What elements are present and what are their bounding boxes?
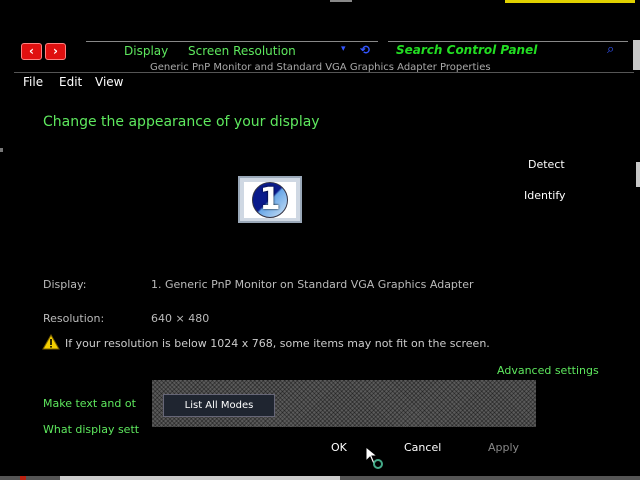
address-bar[interactable] bbox=[86, 41, 378, 42]
menu-file[interactable]: File bbox=[23, 75, 43, 89]
resolution-label: Resolution: bbox=[43, 312, 105, 325]
ok-button[interactable]: OK bbox=[331, 441, 347, 454]
top-decoration-bar-gray bbox=[330, 0, 352, 2]
warning-icon bbox=[42, 334, 60, 350]
menu-edit[interactable]: Edit bbox=[59, 75, 82, 89]
refresh-icon[interactable]: ⟲ bbox=[360, 43, 370, 57]
edge-marker bbox=[0, 148, 3, 152]
resolution-select[interactable]: 640 × 480 bbox=[151, 312, 209, 325]
chevron-left-icon: ‹ bbox=[29, 44, 34, 58]
apply-button[interactable]: Apply bbox=[488, 441, 519, 454]
search-input[interactable]: Search Control Panel bbox=[396, 43, 537, 57]
scrollbar-fragment bbox=[633, 40, 640, 70]
back-button[interactable]: ‹ bbox=[21, 43, 42, 60]
identify-button[interactable]: Identify bbox=[524, 189, 566, 202]
forward-button[interactable]: › bbox=[45, 43, 66, 60]
menu-view[interactable]: View bbox=[95, 75, 123, 89]
monitor-icon[interactable]: 1 bbox=[238, 176, 302, 223]
search-icon[interactable]: ⌕ bbox=[607, 42, 614, 57]
top-decoration-bar bbox=[505, 0, 635, 3]
taskbar-highlight bbox=[60, 476, 340, 480]
text-size-link[interactable]: Make text and ot bbox=[43, 397, 136, 410]
busy-cursor-icon bbox=[365, 446, 383, 469]
detect-button[interactable]: Detect bbox=[528, 158, 565, 171]
address-dropdown-icon[interactable]: ▾ bbox=[341, 44, 346, 54]
chevron-right-icon: › bbox=[53, 44, 58, 58]
display-select[interactable]: 1. Generic PnP Monitor on Standard VGA G… bbox=[151, 278, 474, 291]
resolution-warning: If your resolution is below 1024 x 768, … bbox=[65, 337, 490, 350]
display-label: Display: bbox=[43, 278, 87, 291]
window-title: Generic PnP Monitor and Standard VGA Gra… bbox=[150, 62, 491, 73]
taskbar-red-marker bbox=[20, 476, 26, 480]
breadcrumb-display[interactable]: Display bbox=[124, 44, 168, 58]
cancel-button[interactable]: Cancel bbox=[404, 441, 441, 454]
monitor-number: 1 bbox=[259, 182, 281, 217]
monitor-screen: 1 bbox=[244, 182, 296, 218]
scrollbar-fragment-lower bbox=[636, 162, 640, 187]
page-title: Change the appearance of your display bbox=[43, 114, 320, 130]
advanced-settings-link[interactable]: Advanced settings bbox=[497, 364, 599, 377]
display-settings-help-link[interactable]: What display sett bbox=[43, 423, 139, 436]
breadcrumb-screen-resolution[interactable]: Screen Resolution bbox=[188, 44, 296, 58]
search-box[interactable] bbox=[388, 41, 628, 42]
list-all-modes-button[interactable]: List All Modes bbox=[163, 394, 275, 417]
